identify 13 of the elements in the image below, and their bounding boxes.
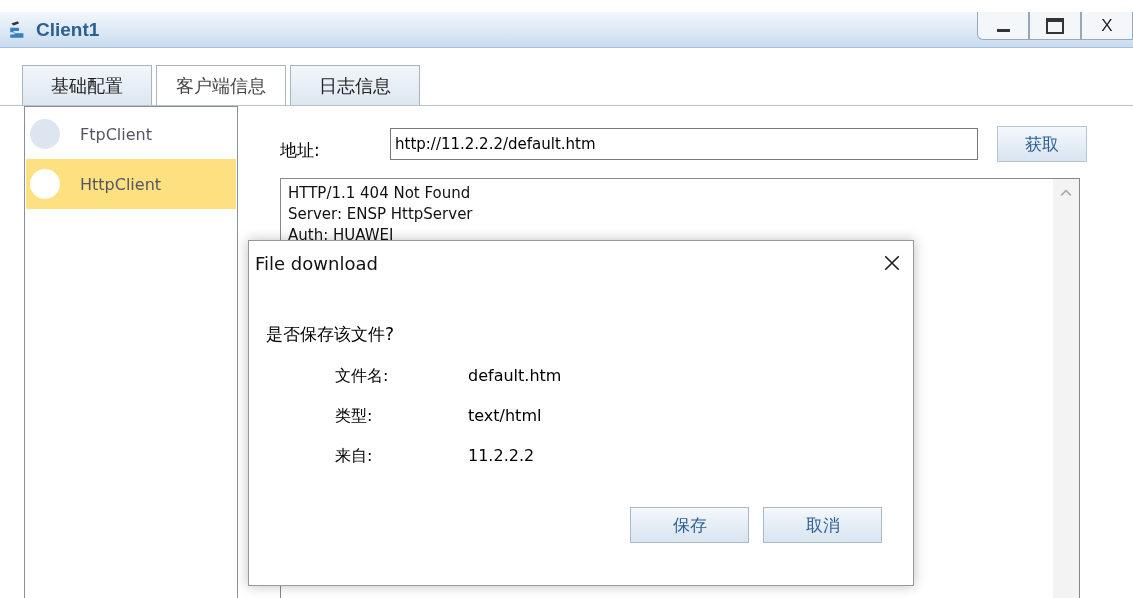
- address-label: 地址:: [280, 138, 321, 162]
- response-line: Auth: HUAWEI: [288, 225, 395, 246]
- dialog-title: File download: [255, 252, 378, 274]
- field-value: text/html: [468, 406, 542, 427]
- field-value: 11.2.2.2: [468, 446, 535, 467]
- field-label: 文件名:: [335, 366, 390, 387]
- window-title: Client1: [36, 18, 100, 41]
- field-label: 类型:: [335, 406, 374, 427]
- response-line: HTTP/1.1 404 Not Found: [288, 183, 472, 204]
- response-line: Server: ENSP HttpServer: [288, 204, 474, 225]
- dialog-question: 是否保存该文件?: [266, 323, 396, 346]
- field-label: 来自:: [335, 446, 374, 467]
- field-value: default.htm: [468, 366, 562, 387]
